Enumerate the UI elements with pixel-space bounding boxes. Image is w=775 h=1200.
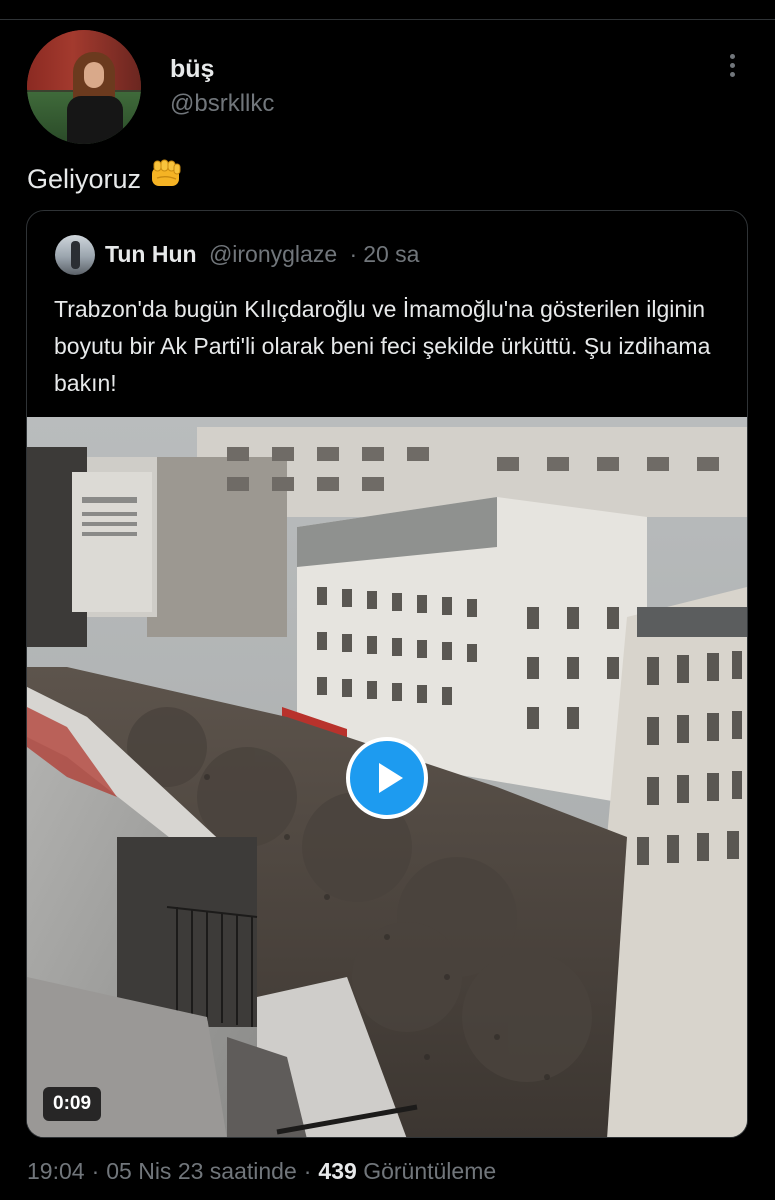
author-avatar[interactable]: [27, 30, 141, 144]
tweet-meta: 19:04 · 05 Nis 23 saatinde · 439 Görüntüleme: [27, 1158, 496, 1185]
quoted-separator: ·: [349, 241, 358, 267]
video-player[interactable]: 0:09: [27, 417, 747, 1137]
quoted-author-name[interactable]: Tun Hun: [105, 241, 197, 267]
views-label: Görüntüleme: [363, 1158, 497, 1184]
tweet-time[interactable]: 19:04: [27, 1158, 85, 1184]
views-count: 439: [318, 1158, 357, 1184]
tweet-text: Geliyoruz: [27, 158, 183, 197]
meta-separator-2: ·: [303, 1158, 312, 1184]
play-button[interactable]: [346, 737, 428, 819]
oncoming-fist-icon: [149, 158, 183, 197]
quoted-tweet-text: Trabzon'da bugün Kılıçdaroğlu ve İmamoğl…: [54, 296, 711, 396]
author-display-name[interactable]: büş: [170, 55, 214, 84]
play-icon: [379, 763, 403, 793]
quoted-author-avatar[interactable]: [55, 235, 95, 275]
tweet-date[interactable]: 05 Nis 23 saatinde: [106, 1158, 297, 1184]
quoted-author-handle[interactable]: @ironyglaze: [209, 241, 337, 267]
author-handle[interactable]: @bsrkllkc: [170, 90, 274, 118]
quoted-timestamp[interactable]: 20 sa: [363, 241, 419, 267]
video-duration-badge: 0:09: [43, 1087, 102, 1121]
quoted-tweet-header: Tun Hun @ironyglaze · 20 sa: [105, 241, 419, 268]
top-divider: [0, 19, 775, 20]
meta-separator: ·: [91, 1158, 100, 1184]
tweet-text-content: Geliyoruz: [27, 164, 142, 194]
quoted-tweet-card[interactable]: Tun Hun @ironyglaze · 20 sa Trabzon'da bu…: [26, 210, 748, 1138]
more-vertical-icon[interactable]: [720, 50, 744, 82]
